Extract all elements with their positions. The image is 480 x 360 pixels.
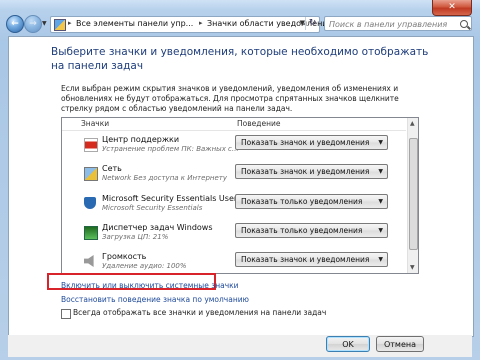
address-bar[interactable]: ▸ Все элементы панели упр... ▸ Значки об… [50,16,333,33]
list-item: Центр поддержки Устранение проблем ПК: В… [62,132,406,160]
breadcrumb-separator[interactable]: ▸ [199,19,203,27]
chevron-down-icon: ▼ [378,198,383,205]
item-subtitle: Network Без доступа к Интернету [102,174,227,182]
list-item: Диспетчер задач Windows Загрузка ЦП: 21%… [62,220,406,248]
ok-button[interactable]: OK [326,336,370,352]
item-subtitle: Устранение проблем ПК: Важных с... [102,145,239,153]
scroll-up-icon[interactable]: ▲ [410,120,415,127]
dialog-button-bar: OK Отмена [8,335,472,357]
item-subtitle: Удаление аудио: 100% [102,262,187,270]
item-subtitle: Загрузка ЦП: 21% [102,233,169,241]
column-header-icons[interactable]: Значки [81,119,109,128]
cancel-button[interactable]: Отмена [376,336,424,352]
forward-button[interactable]: → [24,15,42,33]
list-header: Значки Поведение [62,118,406,131]
breadcrumb-separator[interactable]: ▸ [68,19,72,27]
list-item: Microsoft Security Essentials User Inte.… [62,191,406,219]
scroll-thumb[interactable] [409,138,418,250]
search-icon[interactable] [460,20,468,28]
search-placeholder: Поиск в панели управления [329,20,448,29]
behavior-value: Показать значок и уведомления [241,167,370,176]
navigation-bar: ← → ▼ ▸ Все элементы панели упр... ▸ Зна… [4,14,476,36]
breadcrumb-all-control-panel-items[interactable]: Все элементы панели упр... [76,19,193,28]
column-header-behavior[interactable]: Поведение [237,119,280,128]
list-item: Сеть Network Без доступа к Интернету Пок… [62,161,406,189]
recent-pages-dropdown[interactable]: ▼ [42,20,47,27]
flag-icon [84,138,98,152]
restore-defaults-link[interactable]: Восстановить поведение значка по умолчан… [61,295,249,304]
behavior-value: Показать значок и уведомления [241,255,370,264]
behavior-value: Показать только уведомления [241,226,363,235]
list-item: Громкость Удаление аудио: 100% Показать … [62,249,406,273]
behavior-dropdown[interactable]: Показать значок и уведомления ▼ [235,135,388,150]
always-show-checkbox[interactable] [61,309,71,319]
chevron-down-icon: ▼ [378,168,383,175]
search-input[interactable]: Поиск в панели управления [324,16,472,31]
item-title: Сеть [102,164,122,173]
item-title: Громкость [102,252,147,261]
speaker-icon [84,255,94,267]
item-title: Центр поддержки [102,135,180,144]
network-icon [84,167,98,181]
behavior-value: Показать только уведомления [241,197,363,206]
behavior-dropdown[interactable]: Показать значок и уведомления ▼ [235,252,388,267]
chevron-down-icon: ▼ [378,227,383,234]
shield-icon [84,197,96,209]
behavior-dropdown[interactable]: Показать только уведомления ▼ [235,223,388,238]
control-panel-icon [54,19,66,31]
item-title: Диспетчер задач Windows [102,223,213,232]
task-manager-icon [84,226,98,240]
page-title: Выберите значки и уведомления, которые н… [51,46,429,72]
scroll-down-icon[interactable]: ▼ [410,264,415,271]
chevron-down-icon: ▼ [378,139,383,146]
chevron-down-icon: ▼ [378,256,383,263]
behavior-dropdown[interactable]: Показать значок и уведомления ▼ [235,164,388,179]
list-scrollbar[interactable]: ▲ ▼ [407,118,418,273]
item-subtitle: Microsoft Security Essentials [102,204,203,212]
notification-icons-list: Значки Поведение Центр поддержки Устране… [61,117,419,274]
always-show-label[interactable]: Всегда отображать все значки и уведомлен… [73,308,326,317]
system-icons-link[interactable]: Включить или выключить системные значки [61,281,239,290]
behavior-dropdown[interactable]: Показать только уведомления ▼ [235,194,388,209]
back-button[interactable]: ← [6,15,24,33]
page-description: Если выбран режим скрытия значков и увед… [61,84,399,113]
refresh-button[interactable]: ↻ [305,17,319,30]
behavior-value: Показать значок и уведомления [241,138,370,147]
